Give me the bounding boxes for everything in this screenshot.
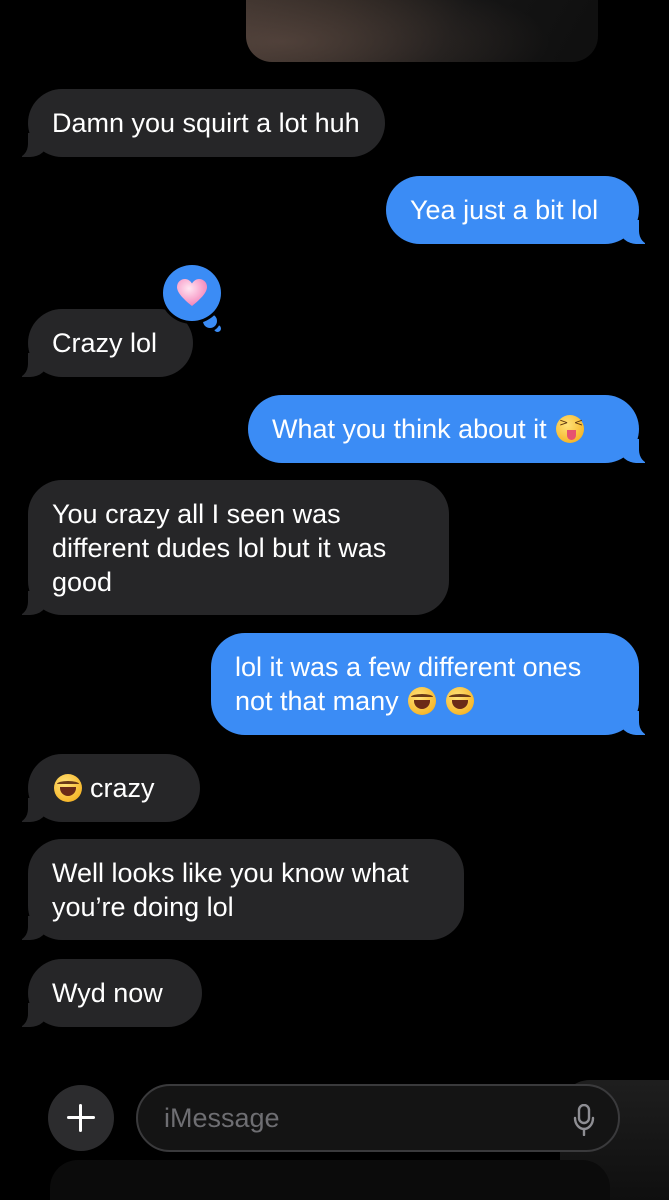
imessage-input[interactable]: iMessage (136, 1084, 620, 1152)
message-text: Crazy lol (52, 328, 158, 358)
photo-attachment[interactable] (246, 0, 598, 62)
squinting-face-with-tongue-icon (556, 415, 585, 443)
message-bubble-incoming[interactable]: Well looks like you know what you’re doi… (12, 839, 464, 941)
message-text: What you think about it (272, 414, 555, 444)
message-text: Damn you squirt a lot huh (52, 108, 360, 138)
heart-reaction-badge[interactable] (160, 262, 224, 324)
message-bubble-incoming[interactable]: crazy (12, 754, 200, 823)
apps-plus-button[interactable] (48, 1085, 114, 1151)
message-text: Yea just a bit lol (410, 195, 599, 225)
message-text: Wyd now (52, 978, 163, 1008)
face-with-tears-of-joy-icon (408, 687, 437, 715)
message-text: You crazy all I seen was different dudes… (52, 499, 387, 597)
message-bubble-incoming[interactable]: Damn you squirt a lot huh (12, 89, 385, 158)
message-bubble-outgoing[interactable]: Yea just a bit lol (386, 176, 655, 245)
message-bubble-incoming[interactable]: Wyd now (12, 959, 202, 1028)
microphone-icon[interactable] (572, 1104, 596, 1136)
message-bubble-outgoing[interactable]: lol it was a few different ones not that… (211, 633, 655, 736)
message-bubble-incoming[interactable]: You crazy all I seen was different dudes… (12, 480, 449, 616)
imessage-conversation: Damn you squirt a lot huh Yea just a bit… (0, 0, 669, 1200)
message-bubble-outgoing[interactable]: What you think about it (248, 395, 655, 464)
face-with-tears-of-joy-icon (445, 687, 474, 715)
message-text: crazy (90, 773, 155, 803)
input-placeholder: iMessage (164, 1103, 280, 1133)
message-bubble-incoming[interactable]: Crazy lol (12, 309, 193, 378)
message-text: Well looks like you know what you’re doi… (52, 858, 409, 922)
dock-background (50, 1160, 610, 1200)
heart-icon (177, 279, 207, 306)
face-with-tears-of-joy-icon (54, 774, 82, 802)
